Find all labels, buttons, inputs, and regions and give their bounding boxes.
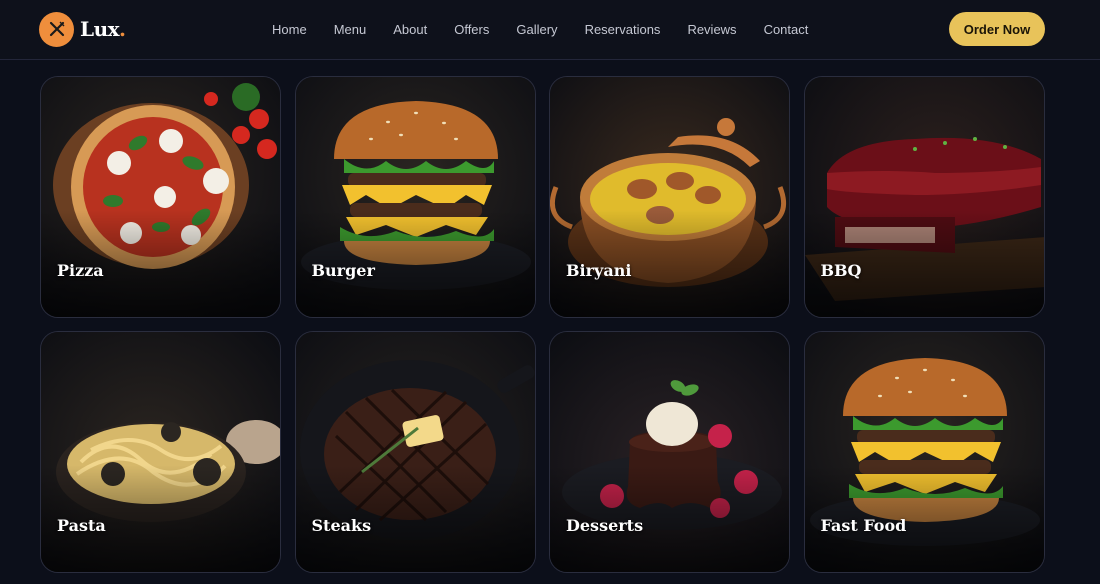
category-card-pizza[interactable]: Pizza <box>40 76 281 318</box>
burger-image <box>295 77 535 317</box>
main-nav: Home Menu About Offers Gallery Reservati… <box>272 0 808 58</box>
category-label: BBQ <box>820 261 862 280</box>
nav-contact[interactable]: Contact <box>764 22 809 37</box>
utensils-icon <box>39 11 74 47</box>
category-label: Pasta <box>57 516 106 535</box>
category-label: Steaks <box>311 516 372 535</box>
steak-image <box>295 332 535 572</box>
category-card-burger[interactable]: Burger <box>294 76 536 318</box>
bbq-image <box>804 77 1044 317</box>
nav-reviews[interactable]: Reviews <box>687 22 736 37</box>
biryani-image <box>550 77 789 317</box>
nav-offers[interactable]: Offers <box>454 22 489 37</box>
nav-gallery[interactable]: Gallery <box>516 22 557 37</box>
nav-about[interactable]: About <box>393 22 427 37</box>
pasta-image <box>41 332 280 572</box>
category-label: Biryani <box>566 261 632 280</box>
fast-food-image <box>804 332 1044 572</box>
category-card-biryani[interactable]: Biryani <box>549 76 790 318</box>
category-card-steaks[interactable]: Steaks <box>294 331 536 573</box>
category-card-pasta[interactable]: Pasta <box>40 331 281 573</box>
category-label: Burger <box>311 261 375 280</box>
brand-logo[interactable]: Lux. <box>39 11 126 47</box>
category-card-bbq[interactable]: BBQ <box>803 76 1045 318</box>
category-label: Fast Food <box>820 516 907 535</box>
brand-name: Lux. <box>80 17 126 41</box>
pizza-image <box>41 77 280 317</box>
category-label: Pizza <box>57 261 104 280</box>
nav-home[interactable]: Home <box>272 22 307 37</box>
category-label: Desserts <box>566 516 644 535</box>
category-card-fast-food[interactable]: Fast Food <box>803 331 1045 573</box>
dessert-image <box>550 332 789 572</box>
nav-reservations[interactable]: Reservations <box>585 22 661 37</box>
category-card-desserts[interactable]: Desserts <box>549 331 790 573</box>
order-now-button[interactable]: Order Now <box>949 12 1045 46</box>
site-header: Lux. Home Menu About Offers Gallery Rese… <box>0 0 1100 60</box>
category-grid: Pizza Burger Biryani BBQ Pasta Steaks De… <box>40 76 1045 573</box>
nav-menu[interactable]: Menu <box>334 22 367 37</box>
